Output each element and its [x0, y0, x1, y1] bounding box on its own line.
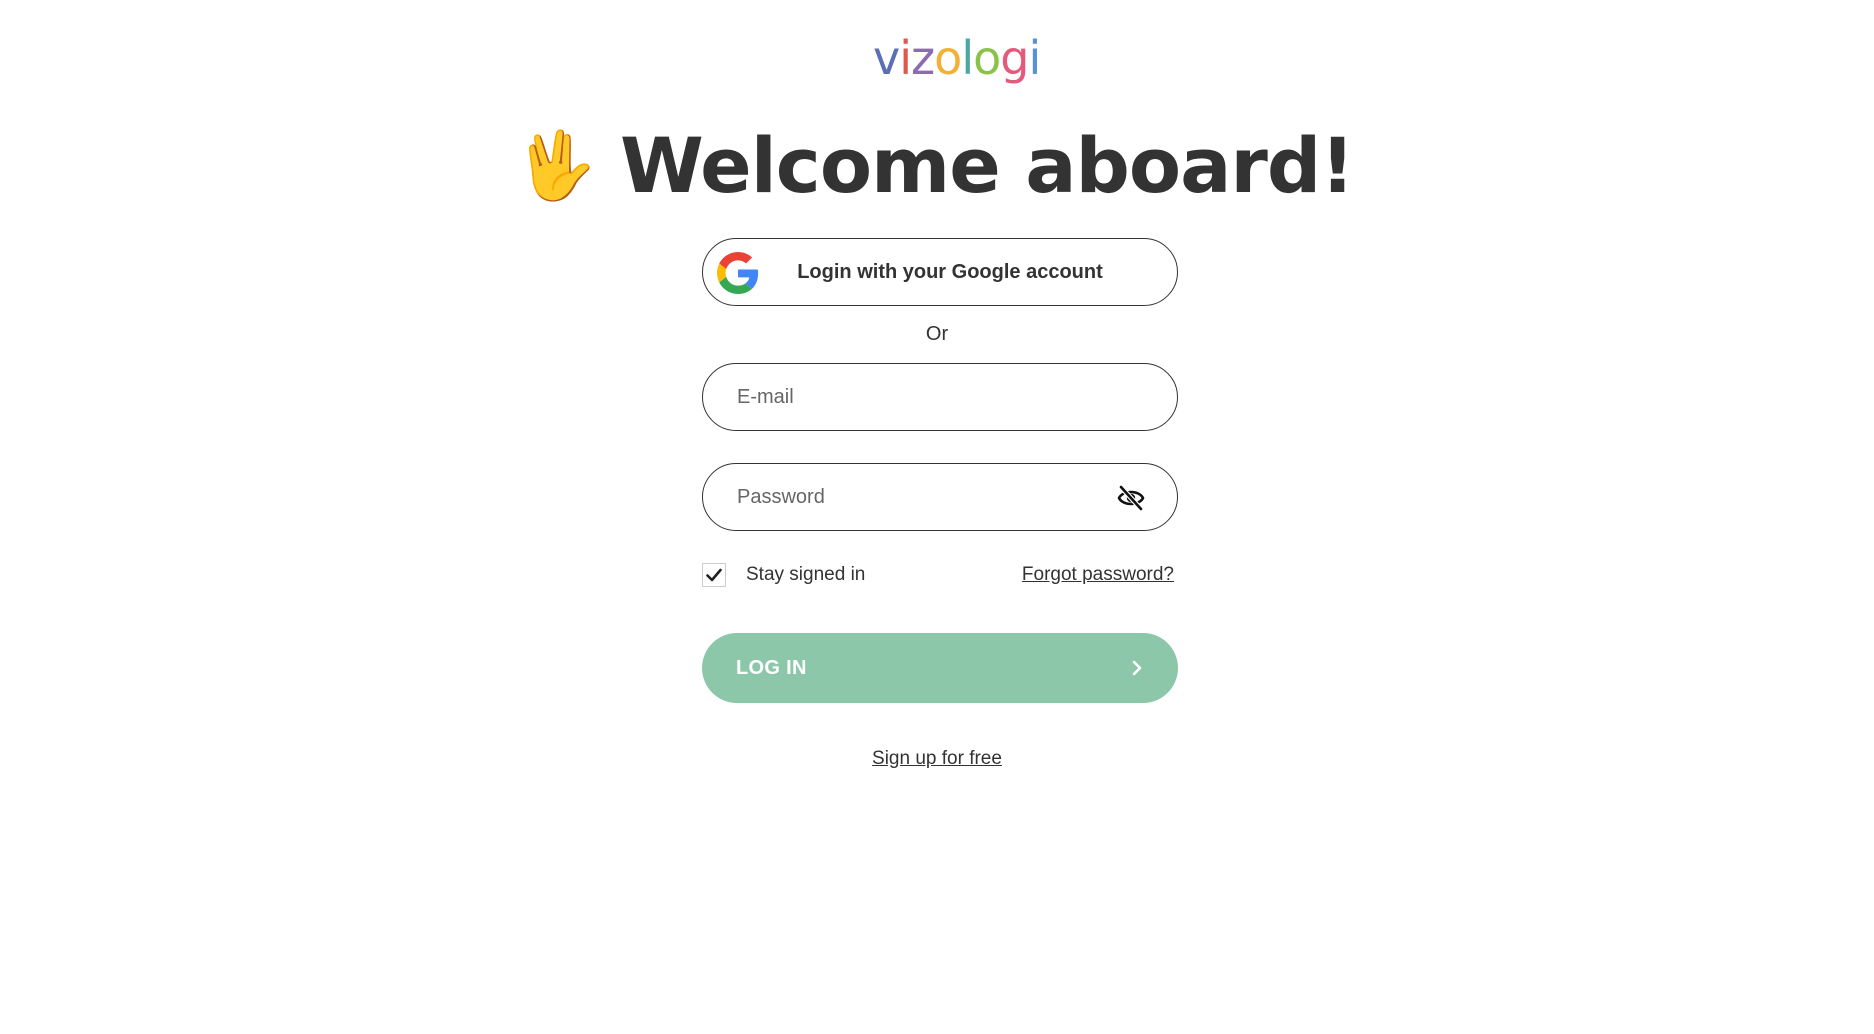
vizologi-logo[interactable]: vizologi [873, 28, 1041, 88]
signup-link[interactable]: Sign up for free [872, 748, 1002, 769]
login-options: Stay signed in Forgot password? [702, 563, 1178, 589]
eye-slash-icon[interactable] [1117, 485, 1145, 511]
login-button-label: LOG IN [736, 657, 807, 679]
page-title: Welcome aboard! [620, 120, 1355, 210]
logo-letter: g [1000, 31, 1029, 85]
or-divider: Or [925, 323, 949, 345]
google-login-button[interactable]: Login with your Google account [702, 238, 1178, 306]
logo-letter: z [911, 31, 935, 85]
email-field-wrapper[interactable] [702, 363, 1178, 431]
signup-row: Sign up for free [0, 748, 1874, 770]
stay-signed-in-checkbox[interactable] [702, 563, 726, 587]
stay-signed-in-label[interactable]: Stay signed in [746, 564, 865, 586]
logo-letter: i [899, 31, 912, 85]
login-page: vizologi 🖖 Welcome aboard! Login with yo… [0, 0, 1874, 1034]
logo-letter: o [934, 31, 962, 85]
vulcan-salute-icon: 🖖 [513, 128, 597, 202]
forgot-password-link[interactable]: Forgot password? [1022, 564, 1174, 586]
logo-letter: o [973, 31, 1001, 85]
logo-letter: v [873, 31, 900, 85]
google-login-label: Login with your Google account [797, 260, 1103, 283]
email-field[interactable] [737, 364, 1107, 430]
password-field[interactable] [737, 464, 1107, 530]
chevron-right-icon [1132, 660, 1142, 676]
logo-letter: i [1028, 31, 1041, 85]
google-icon [717, 252, 759, 294]
password-field-wrapper[interactable] [702, 463, 1178, 531]
checkmark-icon [706, 568, 722, 582]
welcome-header: 🖖 Welcome aboard! [0, 115, 1874, 215]
logo-letter: l [961, 31, 974, 85]
login-button[interactable]: LOG IN [702, 633, 1178, 703]
